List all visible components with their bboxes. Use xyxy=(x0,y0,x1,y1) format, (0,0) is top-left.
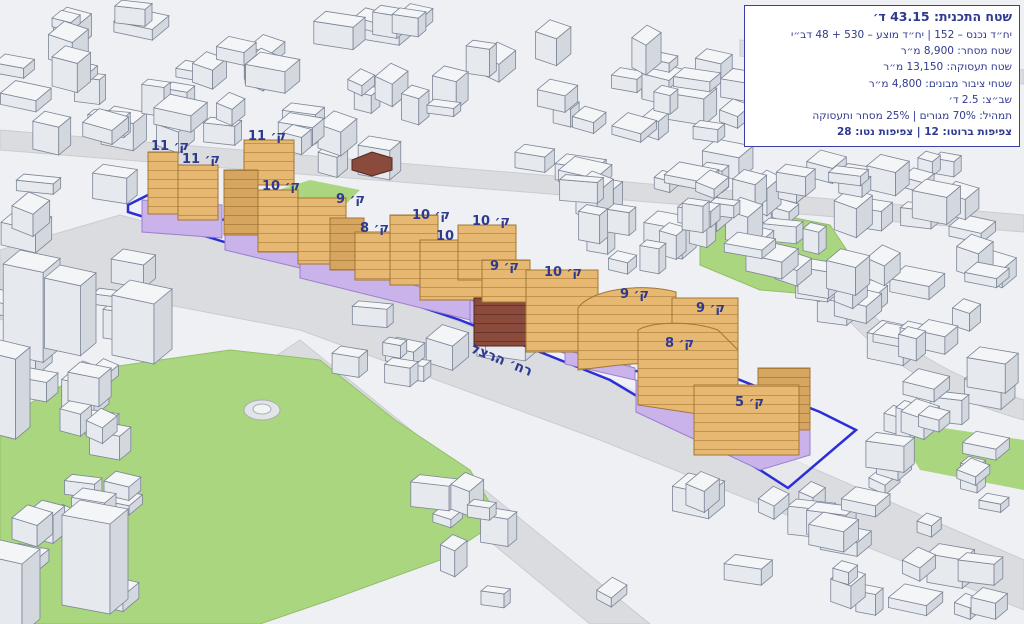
context-building xyxy=(577,204,609,245)
plan-area-title: שטח התכנית: 43.15 ד׳ xyxy=(872,9,1012,24)
floor-label: 10 ק׳ xyxy=(262,179,300,194)
context-building xyxy=(514,143,556,174)
floor-label: 9 ק׳ xyxy=(336,192,365,207)
context-building xyxy=(400,84,430,126)
floor-label: 10 ק׳ xyxy=(544,265,582,280)
building-block xyxy=(223,169,259,236)
context-building xyxy=(425,98,462,118)
context-building xyxy=(381,336,408,360)
floor-label: 9 ק׳ xyxy=(696,301,725,316)
info-row-public: שטחי ציבור מבונים: 4,800 מ״ר xyxy=(868,77,1012,90)
context-building xyxy=(391,7,427,38)
floor-label: 9 ק׳ xyxy=(490,259,519,274)
existing-building xyxy=(473,297,527,347)
context-building xyxy=(607,250,638,275)
context-building xyxy=(827,165,870,187)
context-building xyxy=(558,174,605,205)
context-building xyxy=(606,203,637,237)
plan-info-panel: שטח התכנית: 43.15 ד׳ יח״ד נכנס – 152 | י… xyxy=(744,5,1020,147)
context-building xyxy=(351,300,395,329)
floor-label: 10 ק׳ xyxy=(472,214,510,229)
context-building xyxy=(111,279,173,365)
context-building xyxy=(966,346,1020,395)
building-b15[interactable]: 5 ק׳ xyxy=(693,384,800,456)
info-row-employment: שטח תעסוקה: 13,150 מ״ר xyxy=(883,61,1012,74)
floor-label: 5 ק׳ xyxy=(735,395,764,410)
context-building xyxy=(639,239,667,275)
info-row-mix: תמהיל: 70% מגורים | 25% מסחר ותעסוקה xyxy=(812,110,1012,123)
context-building xyxy=(31,110,72,156)
context-building xyxy=(692,119,726,144)
context-building xyxy=(825,248,871,297)
context-building xyxy=(978,492,1010,514)
building-b2[interactable]: 11 ק׳ xyxy=(177,152,220,221)
context-building xyxy=(775,163,817,198)
context-building xyxy=(466,498,498,522)
floor-label: 11 ק׳ xyxy=(182,152,220,167)
context-building xyxy=(15,173,62,196)
context-building xyxy=(383,357,419,388)
context-building xyxy=(67,361,113,408)
context-building xyxy=(331,345,369,379)
info-row-units: יח״ד נכנס – 152 | יח״ד מוצע – 530 + 48 ד… xyxy=(791,29,1012,41)
info-row-shbatz: שב״צ: 2.5 ד׳ xyxy=(948,93,1012,106)
context-building xyxy=(723,554,774,587)
info-row-commerce: שטח מסחר: 8,900 מ״ר xyxy=(900,45,1012,58)
floor-label: 8 ק׳ xyxy=(360,221,389,236)
context-building xyxy=(91,163,139,205)
context-building xyxy=(312,10,367,51)
context-building xyxy=(480,585,512,609)
context-building xyxy=(802,222,828,256)
floor-label: 11 ק׳ xyxy=(248,129,286,144)
context-building xyxy=(0,539,41,624)
context-building xyxy=(807,511,860,553)
building-b4[interactable]: 10 ק׳ xyxy=(257,179,300,253)
context-building xyxy=(897,326,927,362)
context-building xyxy=(244,51,301,95)
context-building xyxy=(911,178,962,226)
context-building xyxy=(864,432,916,474)
floor-label: 9 ק׳ xyxy=(620,287,649,302)
context-building xyxy=(536,78,579,114)
building-b10[interactable]: 9 ק׳ xyxy=(481,259,531,303)
context-building xyxy=(61,499,129,615)
floor-label: 10 ק׳ xyxy=(412,208,450,223)
context-building xyxy=(653,84,679,116)
context-building xyxy=(113,0,153,28)
context-building xyxy=(0,339,31,441)
floor-label: 8 ק׳ xyxy=(665,336,694,351)
context-building xyxy=(51,45,92,94)
context-building xyxy=(866,153,911,197)
info-row-density: צפיפות ברוטו: 12 | צפיפות נטו: 28 xyxy=(836,126,1012,139)
context-building xyxy=(465,39,498,78)
context-building xyxy=(681,197,711,234)
context-building xyxy=(957,552,1004,587)
context-building xyxy=(43,264,97,357)
